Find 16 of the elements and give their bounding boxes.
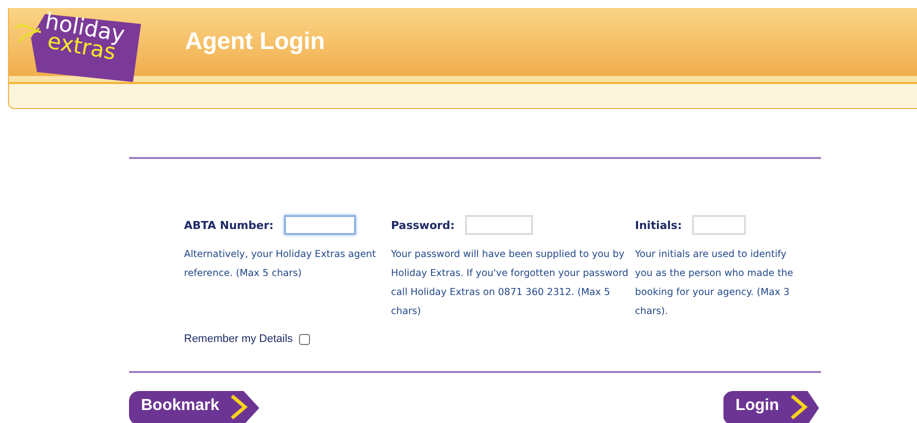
page-title: Agent Login	[185, 28, 325, 56]
input-field[interactable]	[284, 215, 356, 235]
remember-checkbox[interactable]	[298, 334, 310, 344]
input-field[interactable]	[692, 215, 746, 235]
bookmark-button[interactable]: Bookmark	[129, 391, 260, 423]
checkbox-label: Remember my Details	[184, 333, 293, 345]
help-text: Your initials are used to identify you as the person who made the booking for your agency. (Max 3 chars).	[635, 248, 794, 319]
input-field[interactable]	[464, 215, 533, 235]
field-label: Initials:	[635, 218, 682, 232]
chevron-icon	[229, 394, 250, 420]
field-label: Password:	[391, 218, 455, 232]
help-text: Alternatively, your Holiday Extras agent reference. (Max 5 chars)	[184, 248, 377, 281]
chevron-icon	[789, 394, 809, 420]
help-text: Your password will have been supplied to you by Holiday Extras. If you've forgotten your password call Holiday Extras on 0871 360 2312. (Max 5 chars)	[391, 248, 630, 319]
field-label: ABTA Number:	[184, 218, 274, 232]
login-button[interactable]: Login	[723, 391, 819, 423]
